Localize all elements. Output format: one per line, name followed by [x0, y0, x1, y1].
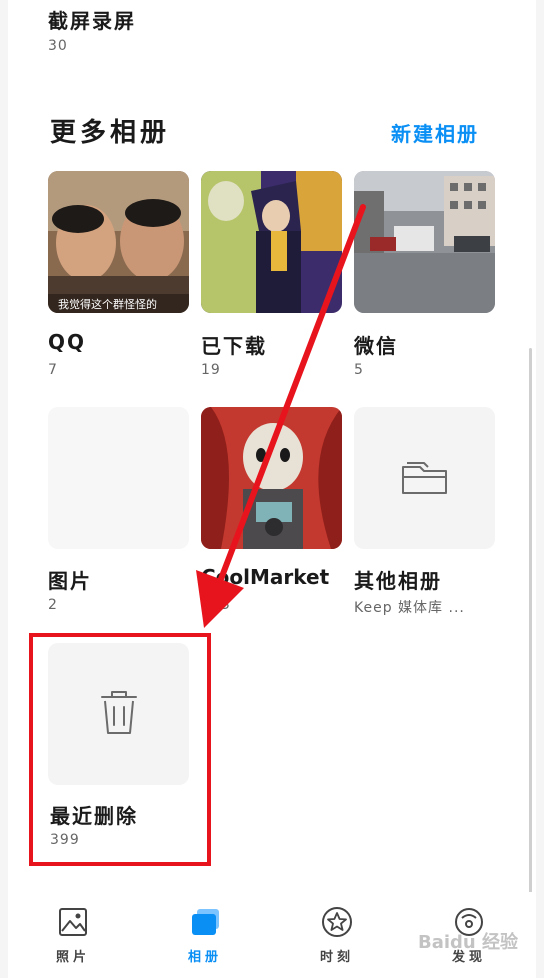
wechat-thumbnail-image [354, 171, 495, 313]
coolmarket-thumbnail-image [201, 407, 342, 549]
annotation-highlight-box [29, 633, 211, 866]
album-title-downloaded[interactable]: 已下载 [201, 330, 267, 359]
album-thumb-wechat[interactable] [354, 171, 495, 313]
album-count-downloaded: 19 [201, 362, 221, 378]
album-count-pictures: 2 [48, 597, 58, 613]
qq-thumb-caption: 我觉得这个群怪怪的 [58, 298, 157, 311]
photo-icon [59, 908, 87, 936]
album-thumb-qq[interactable]: 我觉得这个群怪怪的 [48, 171, 189, 313]
album-count-screenshots: 30 [48, 38, 68, 54]
watermark-text: Baidu 经验 [418, 932, 519, 953]
folder-icon [402, 462, 447, 494]
downloaded-thumbnail-image [201, 171, 342, 313]
nav-item-moments[interactable]: 时刻 [292, 892, 382, 978]
nav-item-photos[interactable]: 照片 [28, 892, 118, 978]
album-count-qq: 7 [48, 362, 58, 378]
album-icon [192, 909, 219, 935]
nav-item-albums[interactable]: 相册 [160, 892, 250, 978]
nav-label-albums: 相册 [187, 950, 222, 965]
album-title-screenshots[interactable]: 截屏录屏 [48, 5, 136, 34]
album-title-pictures[interactable]: 图片 [48, 565, 92, 594]
nav-label-photos: 照片 [55, 950, 90, 965]
album-count-other: Keep 媒体库 ... [354, 600, 465, 616]
album-count-coolmarket: 103 [201, 597, 231, 613]
section-title-more-albums: 更多相册 [50, 118, 171, 148]
album-title-wechat[interactable]: 微信 [354, 330, 398, 359]
qq-thumbnail-image [48, 171, 189, 313]
album-thumb-coolmarket[interactable] [201, 407, 342, 549]
album-title-qq[interactable]: QQ [48, 330, 86, 354]
nav-label-moments: 时刻 [319, 950, 354, 965]
star-icon [322, 907, 352, 937]
scrollbar[interactable] [529, 348, 532, 896]
album-page: 截屏录屏 30 更多相册 新建相册 我觉得这个群怪怪的 QQ 7 已下载 19 … [8, 0, 536, 978]
album-title-other[interactable]: 其他相册 [354, 565, 442, 594]
album-title-coolmarket[interactable]: CoolMarket [201, 565, 329, 589]
album-count-wechat: 5 [354, 362, 364, 378]
album-thumb-downloaded[interactable] [201, 171, 342, 313]
new-album-button[interactable]: 新建相册 [391, 118, 479, 147]
album-thumb-other[interactable] [354, 407, 495, 549]
album-thumb-pictures[interactable] [48, 407, 189, 549]
